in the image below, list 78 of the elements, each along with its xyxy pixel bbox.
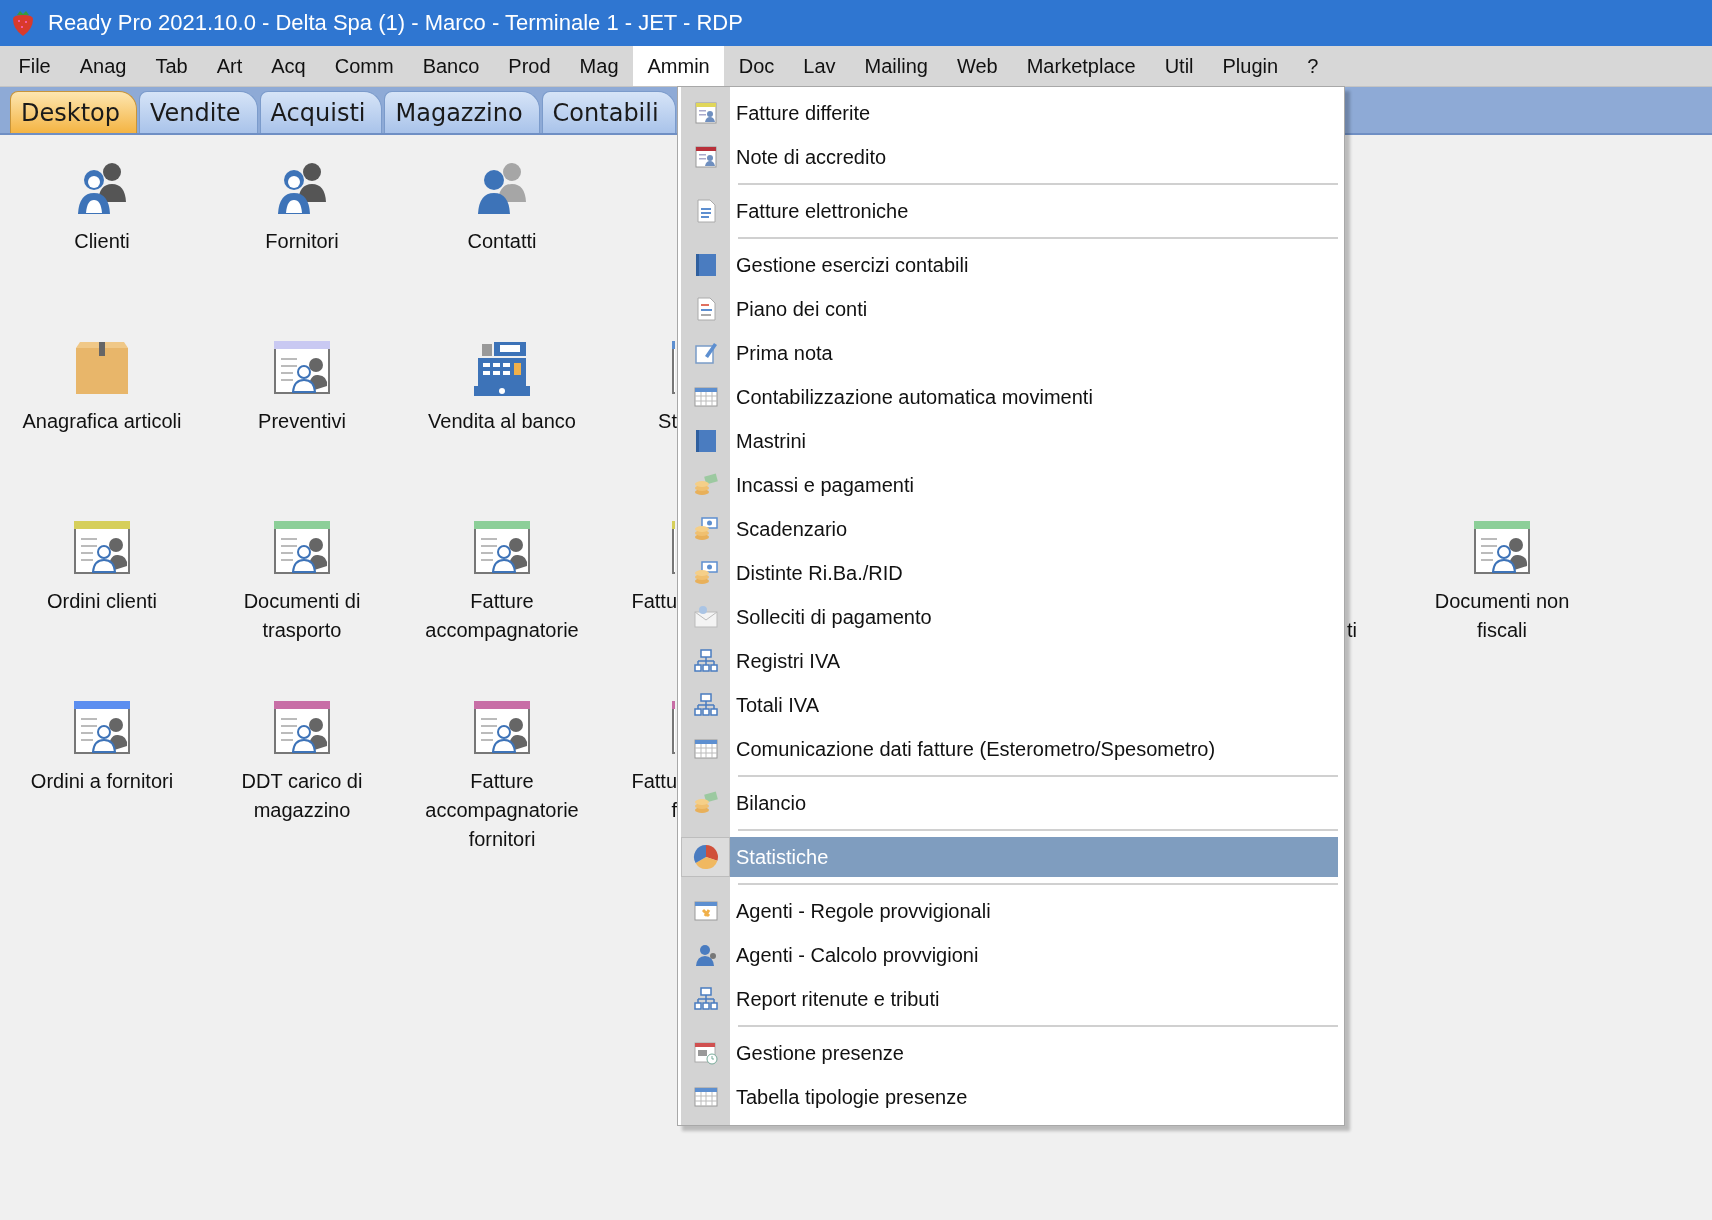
shortcut-label[interactable]: St xyxy=(602,407,677,436)
table-icon xyxy=(692,1084,719,1110)
hierarchy-icon xyxy=(692,648,719,674)
menu-bar-item[interactable]: Lav xyxy=(788,46,851,86)
menu-bar-item[interactable]: Prod xyxy=(493,46,566,86)
menu-bar-item[interactable]: ? xyxy=(1292,46,1333,86)
tab[interactable]: Acquisti xyxy=(259,91,383,133)
menu-bar-item[interactable]: Anag xyxy=(65,46,141,86)
menu-item[interactable]: Tabella tipologie presenze xyxy=(730,1077,1338,1117)
shortcut-label[interactable]: Preventivi xyxy=(258,407,346,436)
menu-item[interactable]: Solleciti di pagamento xyxy=(730,597,1338,637)
pencil-note-icon xyxy=(692,340,719,366)
envelope-icon xyxy=(692,604,719,630)
shortcut-label[interactable]: Fattu xyxy=(602,587,677,616)
shortcut-label[interactable]: Documenti di trasporto xyxy=(212,587,392,645)
table-icon xyxy=(692,384,719,410)
menu-bar-item[interactable]: Doc xyxy=(724,46,789,86)
tab[interactable]: Desktop xyxy=(10,91,137,133)
menu-bar-item[interactable]: Tab xyxy=(140,46,203,86)
menu-item[interactable]: Fatture differite xyxy=(730,93,1338,133)
shortcut-label[interactable]: Ordini a fornitori xyxy=(30,767,174,796)
menu-item[interactable]: Contabilizzazione automatica movimenti xyxy=(730,377,1338,417)
shortcut-label[interactable]: Fattu f xyxy=(602,767,677,825)
coins-icon xyxy=(692,472,719,498)
window-title: Ready Pro 2021.10.0 - Delta Spa (1) - Marco - Terminale 1 - JET - RDP xyxy=(48,10,743,36)
coins-icon xyxy=(692,560,719,586)
shortcut-label[interactable]: Fatture accompagnatorie xyxy=(412,587,592,645)
menu-bar-item[interactable]: Comm xyxy=(320,46,409,86)
menu-item[interactable]: Gestione esercizi contabili xyxy=(730,245,1338,285)
shortcut-label[interactable]: Fornitori xyxy=(265,227,339,256)
coins-icon xyxy=(692,790,719,816)
shortcut-label[interactable]: DDT carico di magazzino xyxy=(212,767,392,825)
coins-icon xyxy=(692,516,719,542)
menu-item[interactable]: Mastrini xyxy=(730,421,1338,461)
menu-item[interactable]: Gestione presenze xyxy=(730,1033,1338,1073)
hierarchy-icon xyxy=(692,986,719,1012)
menu-bar-item[interactable]: Plugin xyxy=(1208,46,1293,86)
tab[interactable]: Vendite xyxy=(139,91,258,133)
menu-item[interactable]: Prima nota xyxy=(730,333,1338,373)
menu-item[interactable]: Scadenzario xyxy=(730,509,1338,549)
shortcut-label[interactable]: Documenti non fiscali xyxy=(1412,587,1592,645)
menu-bar-item[interactable]: Util xyxy=(1150,46,1208,86)
menu-bar-item[interactable]: File xyxy=(4,46,66,86)
menu-item[interactable]: Distinte Ri.Ba./RID xyxy=(730,553,1338,593)
menu-item[interactable]: Report ritenute e tributi xyxy=(730,979,1338,1019)
menu-item[interactable]: Note di accredito xyxy=(730,137,1338,177)
menu-item[interactable]: Comunicazione dati fatture (Esterometro/Spesometro) xyxy=(730,729,1338,769)
menu-item[interactable]: Registri IVA xyxy=(730,641,1338,681)
shortcut-label[interactable]: Fatture accompagnatorie fornitori xyxy=(412,767,592,854)
calendar-icon xyxy=(692,1040,719,1066)
menu-item[interactable]: Totali IVA xyxy=(730,685,1338,725)
menu-item[interactable]: Agenti - Regole provvigionali xyxy=(730,891,1338,931)
menu-item[interactable]: Incassi e pagamenti xyxy=(730,465,1338,505)
menu-bar-item[interactable]: Mag xyxy=(565,46,633,86)
menu-item[interactable]: Agenti - Calcolo provvigioni xyxy=(730,935,1338,975)
menu-item[interactable]: Piano dei conti xyxy=(730,289,1338,329)
table-icon xyxy=(692,736,719,762)
menu-bar-item[interactable]: Ammin xyxy=(633,46,725,86)
shortcut-label[interactable]: Clienti xyxy=(74,227,130,256)
menu-bar-item[interactable]: Banco xyxy=(408,46,494,86)
menu-item[interactable]: Bilancio xyxy=(730,783,1338,823)
menu-bar-item[interactable]: Art xyxy=(202,46,257,86)
tab[interactable]: Contabili xyxy=(541,91,676,133)
pie-chart-icon xyxy=(692,844,719,870)
shortcut-label[interactable]: Vendita al banco xyxy=(428,407,576,436)
shortcut-label[interactable]: Ordini clienti xyxy=(46,587,157,616)
calendar-icon xyxy=(692,898,719,924)
menu-bar-item[interactable]: Web xyxy=(942,46,1013,86)
shortcut-label[interactable]: Anagrafica articoli xyxy=(22,407,182,436)
menu-bar-item[interactable]: Mailing xyxy=(850,46,943,86)
tab[interactable]: Magazzino xyxy=(384,91,540,133)
menu-item[interactable]: Fatture elettroniche xyxy=(730,191,1338,231)
strawberry-icon xyxy=(10,9,36,37)
shortcut-label[interactable]: ti xyxy=(1347,616,1357,645)
hierarchy-icon xyxy=(692,692,719,718)
shortcut-label[interactable]: Contatti xyxy=(467,227,537,256)
menu-bar-item[interactable]: Acq xyxy=(256,46,321,86)
menu-bar-item[interactable]: Marketplace xyxy=(1012,46,1151,86)
